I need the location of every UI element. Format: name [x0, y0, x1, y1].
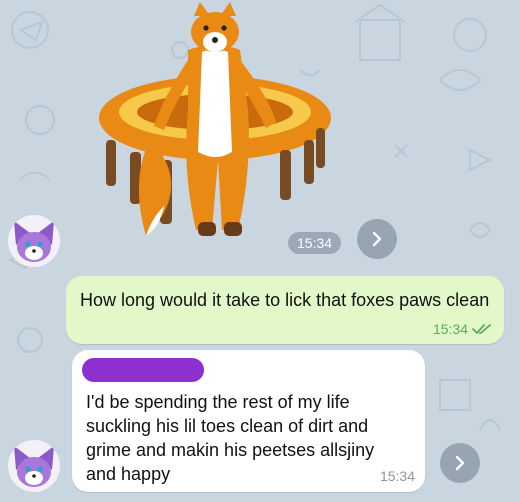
incoming-message-text: I'd be spending the rest of my life suck…	[86, 392, 375, 484]
purple-fox-avatar-icon	[14, 446, 54, 487]
chevron-right-icon	[455, 455, 465, 471]
share-button[interactable]	[440, 443, 480, 483]
outgoing-message-meta: 15:34	[433, 321, 492, 337]
sticker-timestamp: 15:34	[288, 232, 342, 254]
avatar[interactable]	[8, 440, 60, 492]
sender-name-redacted	[82, 358, 204, 382]
purple-fox-avatar-icon	[14, 221, 54, 262]
outgoing-message-time: 15:34	[432, 321, 468, 337]
outgoing-message-text: How long would it take to lick that foxe…	[80, 290, 490, 310]
incoming-message[interactable]: I'd be spending the rest of my life suck…	[72, 350, 425, 492]
outgoing-message[interactable]: How long would it take to lick that foxe…	[66, 276, 504, 344]
double-check-icon	[472, 324, 491, 334]
incoming-message-time: 15:34	[379, 468, 415, 484]
chevron-right-icon	[372, 231, 382, 247]
avatar[interactable]	[8, 215, 60, 267]
share-button[interactable]	[357, 219, 397, 259]
fox-sticker[interactable]	[90, 0, 340, 256]
